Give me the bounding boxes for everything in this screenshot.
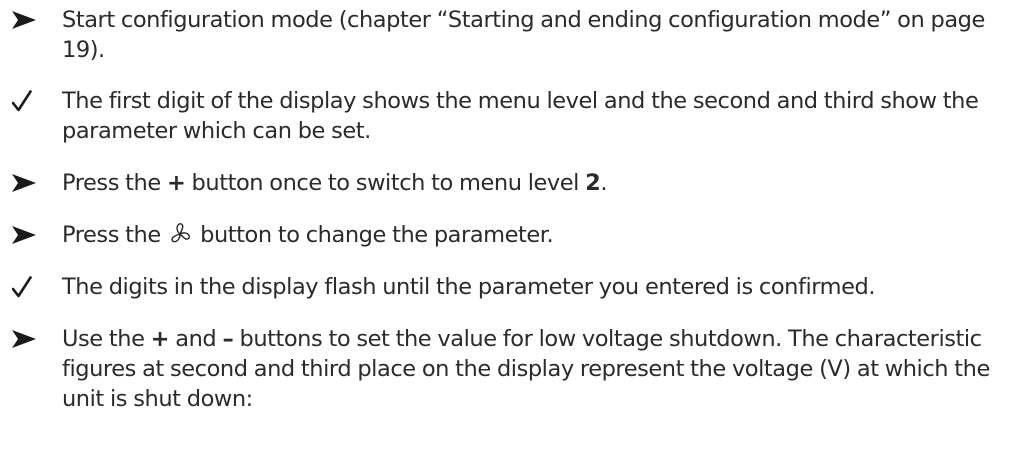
- step-press-fan-button: Press the button to change the parameter…: [0, 220, 1025, 250]
- step-start-configuration: Start configuration mode (chapter “Start…: [0, 5, 1025, 65]
- result-display-digits: The first digit of the display shows the…: [0, 86, 1025, 146]
- step-text: button to change the parameter.: [193, 222, 554, 248]
- minus-button-symbol: –: [222, 326, 234, 352]
- step-text: The first digit of the display shows the…: [62, 88, 979, 144]
- plus-button-symbol: +: [166, 170, 186, 196]
- arrow-icon: [12, 5, 42, 35]
- step-text: Use the: [62, 326, 151, 352]
- step-text: button once to switch to menu level: [185, 170, 586, 196]
- check-icon: [12, 272, 42, 302]
- step-text: Press the: [62, 170, 167, 196]
- step-press-plus: Press the + button once to switch to men…: [0, 168, 1025, 198]
- step-text: Start configuration mode (chapter “Start…: [62, 7, 985, 63]
- plus-button-symbol: +: [150, 326, 170, 352]
- step-text: .: [600, 170, 608, 196]
- menu-level-value: 2: [585, 170, 601, 196]
- arrow-icon: [12, 168, 42, 198]
- arrow-icon: [12, 324, 42, 354]
- step-set-shutdown-voltage: Use the + and – buttons to set the value…: [0, 324, 1025, 414]
- fan-icon: [168, 222, 192, 246]
- result-digits-flash: The digits in the display flash until th…: [0, 272, 1025, 302]
- step-text: and: [169, 326, 223, 352]
- instruction-list: Start configuration mode (chapter “Start…: [0, 0, 1025, 414]
- check-icon: [12, 86, 42, 116]
- arrow-icon: [12, 220, 42, 250]
- step-text: Press the: [62, 222, 167, 248]
- step-text: The digits in the display flash until th…: [62, 274, 876, 300]
